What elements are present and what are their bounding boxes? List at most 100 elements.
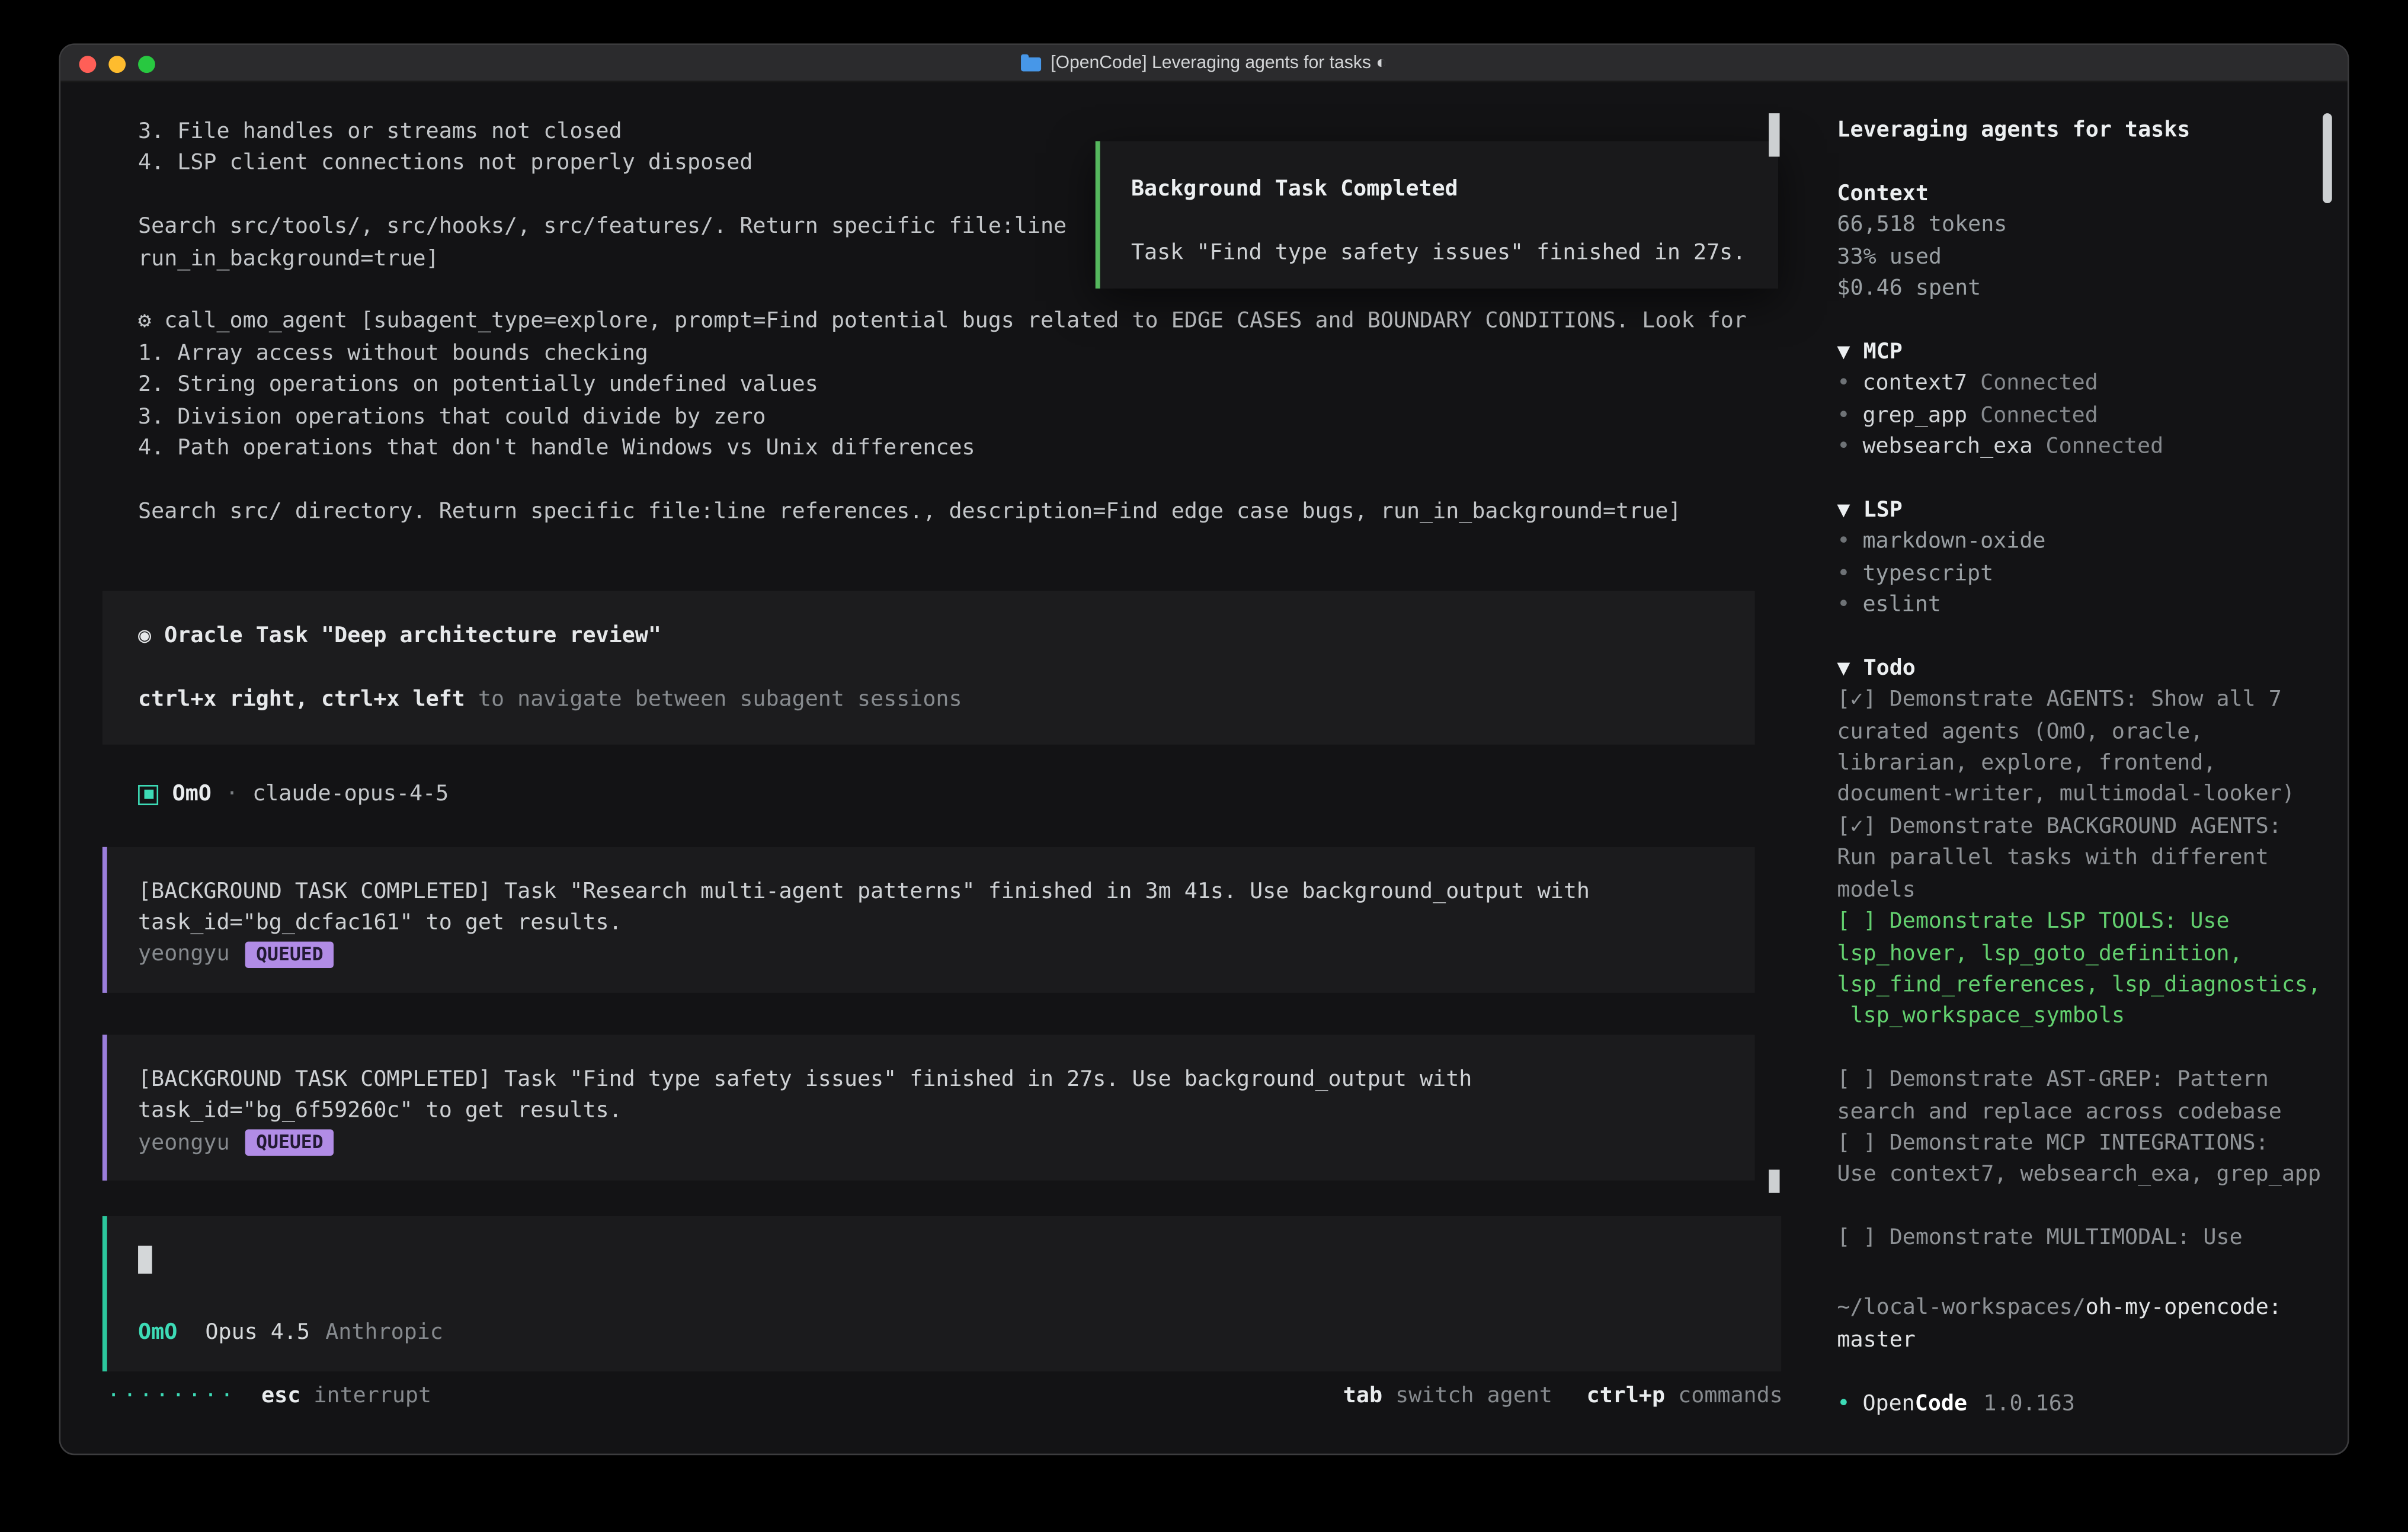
agent-separator: ·: [225, 779, 238, 810]
mcp-item: • grep_app Connected: [1837, 400, 2326, 431]
folder-icon: [1021, 57, 1041, 71]
mcp-name: websearch_exa: [1862, 434, 2032, 459]
text-cursor: [138, 1246, 152, 1274]
agent-header: OmO · claude-opus-4-5: [138, 779, 1811, 810]
queued-badge: QUEUED: [245, 942, 334, 969]
mcp-item: • websearch_exa Connected: [1837, 431, 2326, 463]
esc-key: esc: [261, 1384, 300, 1409]
lsp-item: • markdown-oxide: [1837, 526, 2326, 557]
terminal-main-pane[interactable]: 3. File handles or streams not closed 4.…: [60, 82, 1811, 1455]
mcp-item-text: context7 Connected: [1862, 368, 2098, 399]
mcp-status: Connected: [2046, 434, 2164, 459]
prompt-input[interactable]: OmO Opus 4.5 Anthropic: [103, 1216, 1781, 1371]
commands-label: commands: [1678, 1384, 1783, 1409]
opencode-brand: OpenCode 1.0.163: [1862, 1388, 2074, 1419]
context-tokens: 66,518 tokens: [1837, 210, 2326, 241]
mcp-status: Connected: [1980, 371, 2098, 396]
message-text: [BACKGROUND TASK COMPLETED] Task "Find t…: [138, 1064, 1727, 1127]
sidebar-scrollbar-thumb[interactable]: [2323, 113, 2332, 203]
background-task-message: [BACKGROUND TASK COMPLETED] Task "Find t…: [103, 1034, 1755, 1181]
todo-item: [ ] Demonstrate AST-GREP: Pattern search…: [1837, 1065, 2326, 1128]
tab-label: switch agent: [1395, 1384, 1552, 1409]
bullet-icon: •: [1837, 1388, 1850, 1419]
zoom-button[interactable]: [138, 55, 155, 72]
sidebar: Leveraging agents for tasks Context 66,5…: [1811, 82, 2348, 1455]
opencode-version-line: • OpenCode 1.0.163: [1837, 1388, 2326, 1419]
input-model-label: Opus 4.5: [205, 1316, 310, 1348]
context-heading: Context: [1837, 178, 2326, 210]
desktop: [OpenCode] Leveraging agents for tasks ◐…: [0, 0, 2408, 1532]
lsp-name: eslint: [1862, 589, 1941, 621]
todo-item: [✓] Demonstrate BACKGROUND AGENTS: Run p…: [1837, 811, 2326, 906]
status-right: tab switch agent ctrl+p commands: [1343, 1381, 1783, 1412]
tool-call-text: ⚙ call_omo_agent [subagent_type=explore,…: [138, 306, 1773, 528]
workspace-path: ~/local-workspaces/oh-my-opencode:: [1837, 1293, 2326, 1324]
main-scrollbar-thumb-secondary[interactable]: [1769, 1169, 1779, 1193]
session-title: Leveraging agents for tasks: [1837, 115, 2326, 146]
context-spent: $0.46 spent: [1837, 273, 2326, 305]
context-used: 33% used: [1837, 241, 2326, 273]
window-title-text: [OpenCode] Leveraging agents for tasks ◐: [1051, 53, 1386, 72]
message-meta: yeongyu QUEUED: [138, 939, 1727, 970]
bullet-icon: •: [1837, 526, 1850, 557]
lsp-item: • typescript: [1837, 558, 2326, 589]
window-title: [OpenCode] Leveraging agents for tasks ◐: [1021, 53, 1386, 72]
spinner-dots: ········: [107, 1381, 236, 1412]
oracle-navigation-hint: ctrl+x right, ctrl+x left to navigate be…: [138, 684, 1727, 715]
todo-section-header[interactable]: ▼ Todo: [1837, 653, 2326, 684]
todo-item: [ ] Demonstrate MCP INTEGRATIONS: Use co…: [1837, 1128, 2326, 1191]
esc-label: interrupt: [313, 1384, 431, 1409]
message-author: yeongyu: [138, 1127, 230, 1159]
todo-item: [ ] Demonstrate MULTIMODAL: Use: [1837, 1223, 2326, 1254]
message-meta: yeongyu QUEUED: [138, 1127, 1727, 1159]
input-agent-label: OmO: [138, 1316, 177, 1348]
window-content: 3. File handles or streams not closed 4.…: [60, 82, 2348, 1455]
bullet-icon: •: [1837, 368, 1850, 399]
todo-item-active: [ ] Demonstrate LSP TOOLS: Use lsp_hover…: [1837, 906, 2326, 1033]
bullet-icon: •: [1837, 400, 1850, 431]
mcp-section-header[interactable]: ▼ MCP: [1837, 336, 2326, 368]
close-button[interactable]: [79, 55, 97, 72]
minimize-button[interactable]: [108, 55, 126, 72]
message-text: [BACKGROUND TASK COMPLETED] Task "Resear…: [138, 876, 1727, 940]
sidebar-footer: ~/local-workspaces/oh-my-opencode: maste…: [1837, 1293, 2326, 1419]
opencode-version: 1.0.163: [1983, 1391, 2075, 1416]
titlebar[interactable]: [OpenCode] Leveraging agents for tasks ◐: [60, 45, 2348, 82]
omo-agent-icon: [138, 785, 158, 805]
esc-hint: esc interrupt: [261, 1381, 431, 1412]
bullet-icon: •: [1837, 589, 1850, 621]
workspace-repo: oh-my-opencode:: [2086, 1296, 2282, 1321]
agent-model: claude-opus-4-5: [252, 779, 449, 810]
background-task-message: [BACKGROUND TASK COMPLETED] Task "Resear…: [103, 847, 1755, 993]
tab-hint: tab switch agent: [1343, 1381, 1552, 1412]
lsp-section-header[interactable]: ▼ LSP: [1837, 495, 2326, 526]
workspace-branch: master: [1837, 1325, 2326, 1356]
toast-title: Background Task Completed: [1131, 174, 1753, 205]
input-provider-label: Anthropic: [325, 1316, 443, 1348]
queued-badge: QUEUED: [245, 1130, 334, 1156]
bullet-icon: •: [1837, 431, 1850, 463]
traffic-lights: [79, 55, 155, 72]
oracle-hint-label: to navigate between subagent sessions: [465, 687, 962, 712]
mcp-status: Connected: [1980, 403, 2098, 428]
status-left: ········ esc interrupt: [107, 1381, 431, 1412]
oracle-task-panel: ◉ Oracle Task "Deep architecture review"…: [103, 591, 1755, 745]
background-task-toast[interactable]: Background Task Completed Task "Find typ…: [1096, 141, 1778, 289]
oracle-task-title: ◉ Oracle Task "Deep architecture review": [138, 621, 1727, 652]
bullet-icon: •: [1837, 558, 1850, 589]
agent-name: OmO: [172, 779, 212, 810]
workspace-path-prefix: ~/local-workspaces/: [1837, 1296, 2085, 1321]
oracle-hint-keys: ctrl+x right, ctrl+x left: [138, 687, 465, 712]
mcp-item-text: websearch_exa Connected: [1862, 431, 2163, 463]
toast-body: Task "Find type safety issues" finished …: [1131, 237, 1753, 268]
lsp-name: typescript: [1862, 558, 1993, 589]
mcp-item-text: grep_app Connected: [1862, 400, 2098, 431]
lsp-name: markdown-oxide: [1862, 526, 2045, 557]
terminal-window: [OpenCode] Leveraging agents for tasks ◐…: [59, 43, 2349, 1455]
main-scrollbar-thumb[interactable]: [1769, 113, 1779, 156]
commands-hint: ctrl+p commands: [1587, 1381, 1783, 1412]
todo-item: [✓] Demonstrate AGENTS: Show all 7 curat…: [1837, 684, 2326, 811]
mcp-name: context7: [1862, 371, 1967, 396]
ctrl-p-key: ctrl+p: [1587, 1384, 1665, 1409]
mcp-item: • context7 Connected: [1837, 368, 2326, 399]
